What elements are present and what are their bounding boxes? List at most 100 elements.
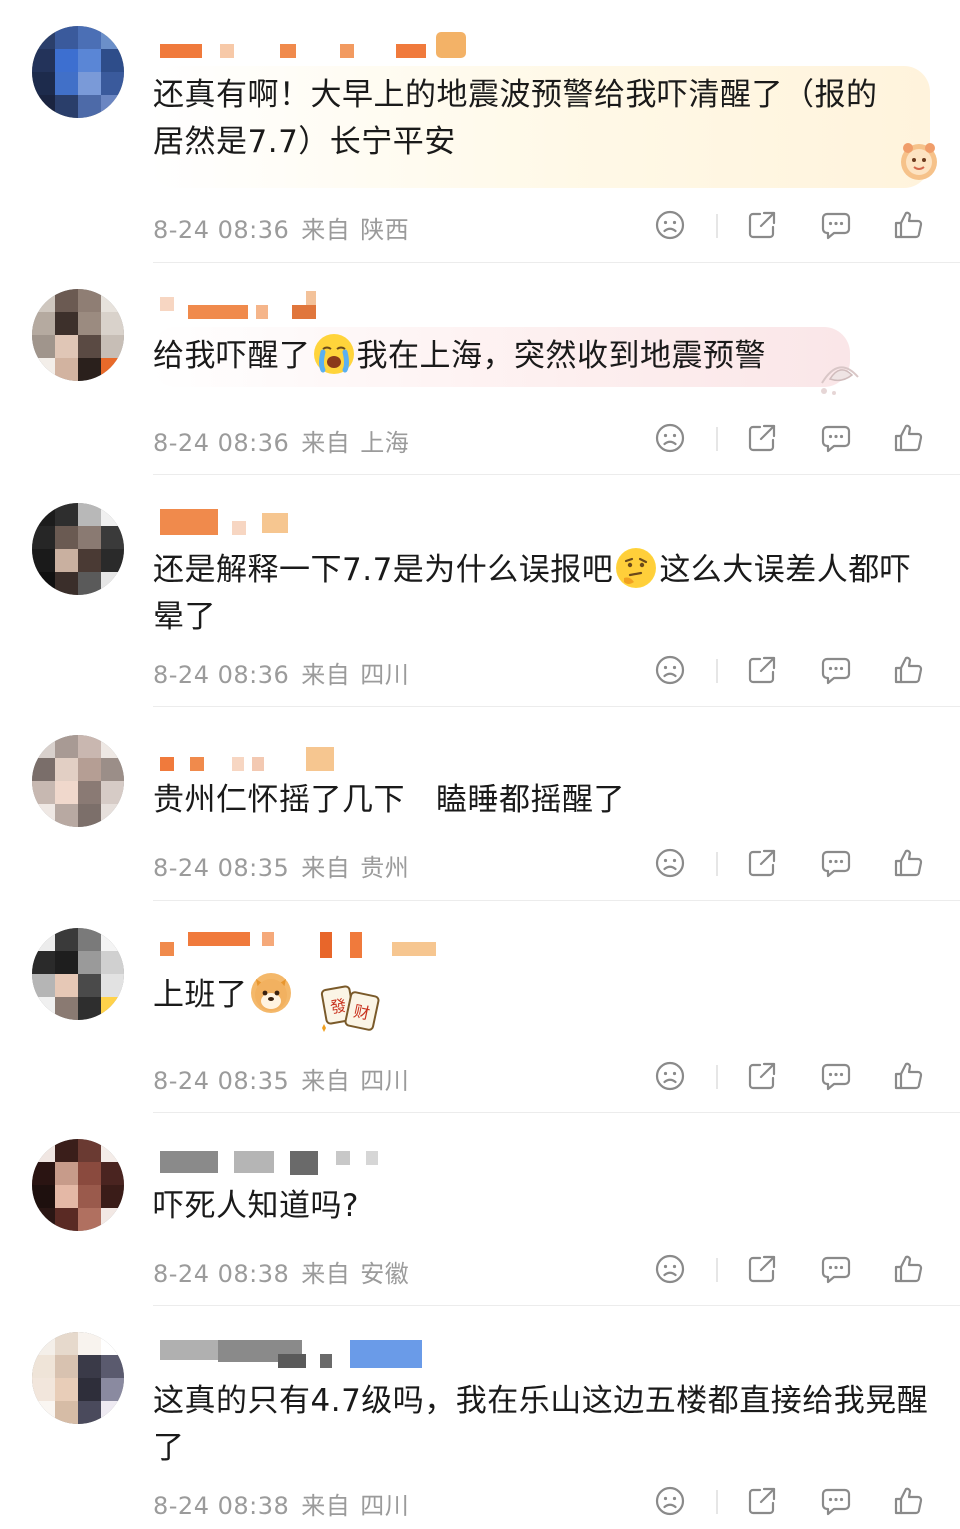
comment-meta: 8-24 08:38 来自 安徽 xyxy=(153,1254,409,1289)
comment-text: 还真有啊！大早上的地震波预警给我吓清醒了（报的居然是7.7）长宁平安 xyxy=(153,77,878,160)
username-mosaic[interactable] xyxy=(160,291,340,319)
dislike-icon[interactable] xyxy=(654,1060,686,1092)
comment-actions xyxy=(654,847,924,881)
comment-actions xyxy=(654,422,924,456)
comment-time: 8-24 08:36 xyxy=(153,661,290,689)
comment-icon[interactable] xyxy=(820,1253,852,1285)
share-icon[interactable] xyxy=(746,1253,778,1285)
comment-icon[interactable] xyxy=(820,422,852,454)
comment-text-part: 我在上海，突然收到地震预警 xyxy=(356,338,766,374)
comment-actions xyxy=(654,654,924,688)
like-icon[interactable] xyxy=(892,1485,924,1517)
from-label: 来自 xyxy=(301,1067,351,1095)
comment-time: 8-24 08:38 xyxy=(153,1260,290,1288)
action-divider xyxy=(716,427,718,451)
comment-text: 给我吓醒了 我在上海，突然收到地震预警 xyxy=(153,333,913,380)
like-icon[interactable] xyxy=(892,209,924,241)
from-label: 来自 xyxy=(301,1492,351,1520)
comment-actions xyxy=(654,1060,924,1094)
comment-text-part: 上班了 xyxy=(153,977,248,1013)
comment-meta: 8-24 08:36 来自 上海 xyxy=(153,423,409,458)
share-icon[interactable] xyxy=(746,1485,778,1517)
avatar[interactable] xyxy=(32,928,124,1020)
avatar[interactable] xyxy=(32,1332,124,1424)
comment-time: 8-24 08:35 xyxy=(153,1067,290,1095)
comment-meta: 8-24 08:36 来自 四川 xyxy=(153,655,409,690)
comment-actions xyxy=(654,1485,924,1519)
comment-text: 吓死人知道吗? xyxy=(153,1188,359,1224)
comment-text: 还是解释一下7.7是为什么误报吧 这么大误差人都吓晕了 xyxy=(153,547,913,641)
comment-divider xyxy=(153,1112,960,1113)
share-icon[interactable] xyxy=(746,654,778,686)
dog-emoji-icon xyxy=(250,973,291,1013)
share-icon[interactable] xyxy=(746,422,778,454)
dislike-icon[interactable] xyxy=(654,654,686,686)
username-mosaic[interactable] xyxy=(160,932,450,958)
comment-time: 8-24 08:36 xyxy=(153,216,290,244)
comment-icon[interactable] xyxy=(820,654,852,686)
comment-region: 安徽 xyxy=(360,1260,410,1288)
comment-region: 陕西 xyxy=(360,216,410,244)
comment-actions xyxy=(654,209,924,243)
comment-region: 上海 xyxy=(360,429,410,457)
avatar[interactable] xyxy=(32,289,124,381)
like-icon[interactable] xyxy=(892,847,924,879)
from-label: 来自 xyxy=(301,429,351,457)
action-divider xyxy=(716,659,718,683)
avatar[interactable] xyxy=(32,1139,124,1231)
comment-icon[interactable] xyxy=(820,1485,852,1517)
action-divider xyxy=(716,1065,718,1089)
avatar[interactable] xyxy=(32,735,124,827)
comment-region: 四川 xyxy=(360,1492,410,1520)
comment-region: 贵州 xyxy=(360,854,410,882)
share-icon[interactable] xyxy=(746,209,778,241)
share-icon[interactable] xyxy=(746,847,778,879)
comment-text-part: 还是解释一下7.7是为什么误报吧 xyxy=(153,552,614,588)
dislike-icon[interactable] xyxy=(654,1253,686,1285)
from-label: 来自 xyxy=(301,854,351,882)
comment-icon[interactable] xyxy=(820,847,852,879)
from-label: 来自 xyxy=(301,1260,351,1288)
avatar[interactable] xyxy=(32,503,124,595)
comment-actions xyxy=(654,1253,924,1287)
avatar[interactable] xyxy=(32,26,124,118)
username-mosaic[interactable] xyxy=(160,32,480,66)
comment-region: 四川 xyxy=(360,1067,410,1095)
comment-icon[interactable] xyxy=(820,209,852,241)
comment-time: 8-24 08:36 xyxy=(153,429,290,457)
like-icon[interactable] xyxy=(892,422,924,454)
comment-text-part: 给我吓醒了 xyxy=(153,338,311,374)
dislike-icon[interactable] xyxy=(654,209,686,241)
comment-text: 上班了 xyxy=(153,972,913,1019)
comment-time: 8-24 08:38 xyxy=(153,1492,290,1520)
comment-list: 还真有啊！大早上的地震波预警给我吓清醒了（报的居然是7.7）长宁平安 8-24 … xyxy=(0,0,960,1529)
share-icon[interactable] xyxy=(746,1060,778,1092)
action-divider xyxy=(716,852,718,876)
dislike-icon[interactable] xyxy=(654,422,686,454)
action-divider xyxy=(716,1490,718,1514)
from-label: 来自 xyxy=(301,216,351,244)
sticker-char-fa: 發 xyxy=(329,996,348,1017)
bubble-sticker-icon xyxy=(812,353,866,397)
comment-divider xyxy=(153,474,960,475)
comment-meta: 8-24 08:36 来自 陕西 xyxy=(153,210,409,245)
username-mosaic[interactable] xyxy=(160,747,350,771)
username-mosaic[interactable] xyxy=(160,1151,390,1175)
from-label: 来自 xyxy=(301,661,351,689)
like-icon[interactable] xyxy=(892,1060,924,1092)
comment-icon[interactable] xyxy=(820,1060,852,1092)
like-icon[interactable] xyxy=(892,1253,924,1285)
crying-emoji-icon xyxy=(313,334,354,374)
like-icon[interactable] xyxy=(892,654,924,686)
bubble-sticker-icon xyxy=(896,138,942,184)
comment-text: 这真的只有4.7级吗，我在乐山这边五楼都直接给我晃醒了 xyxy=(153,1383,929,1466)
comment-meta: 8-24 08:35 来自 贵州 xyxy=(153,848,409,883)
comment-region: 四川 xyxy=(360,661,410,689)
username-mosaic[interactable] xyxy=(160,1340,430,1368)
dislike-icon[interactable] xyxy=(654,1485,686,1517)
thinking-emoji-icon xyxy=(616,548,657,588)
action-divider xyxy=(716,1258,718,1282)
username-mosaic[interactable] xyxy=(160,509,320,535)
dislike-icon[interactable] xyxy=(654,847,686,879)
comment-divider xyxy=(153,1305,960,1306)
